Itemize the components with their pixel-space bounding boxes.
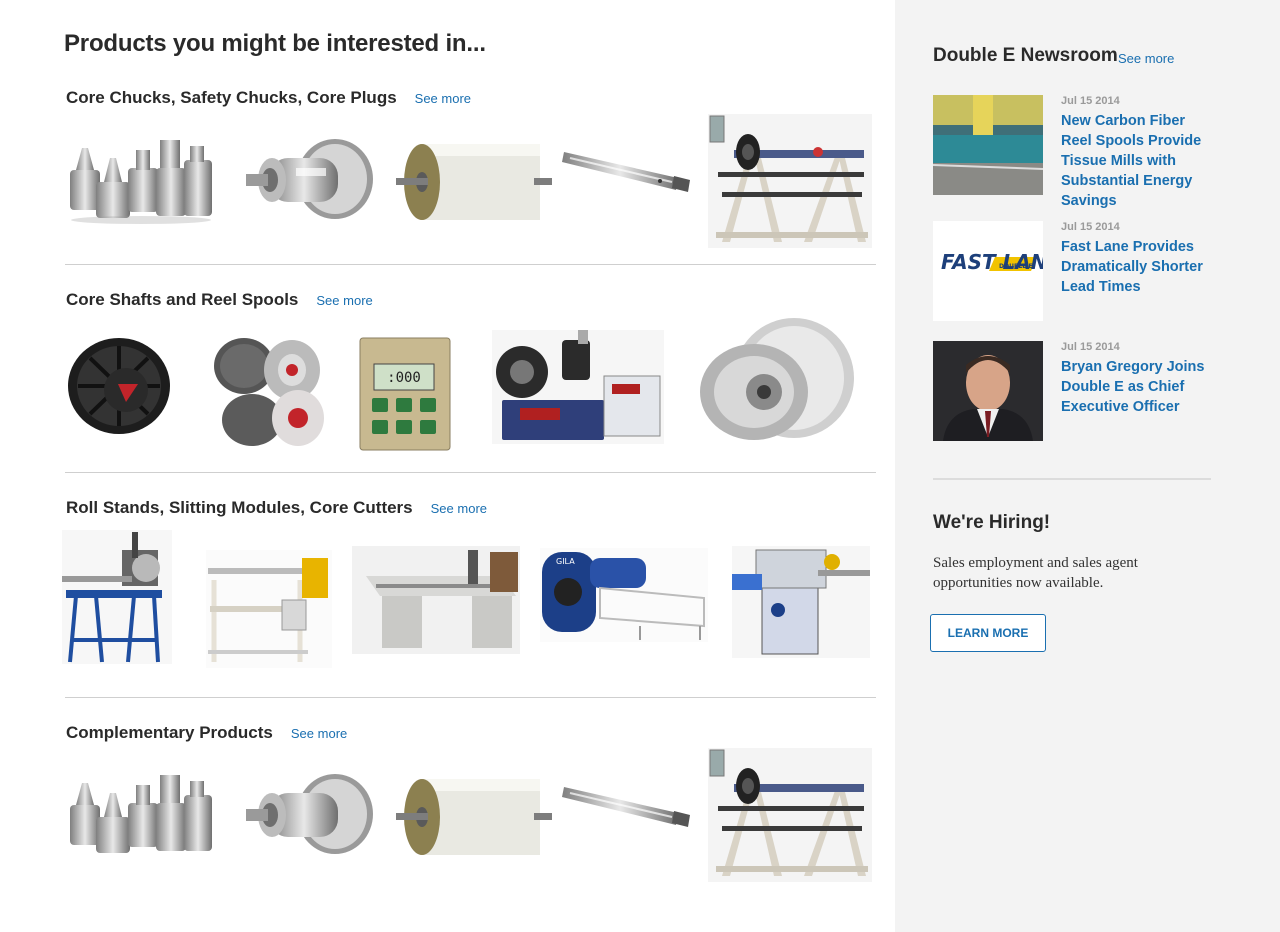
product-brake-pads[interactable]: [212, 334, 324, 448]
chuck-cluster-image: [70, 775, 212, 853]
product-core-shaft[interactable]: [562, 781, 692, 831]
slitting-table-image: GILA: [540, 548, 708, 642]
section-title: Core Shafts and Reel Spools: [66, 290, 299, 309]
section-complementary: Complementary Products See more: [66, 723, 876, 747]
hiring-title: We're Hiring!: [933, 512, 1051, 533]
newsroom-title: Double E Newsroom: [933, 45, 1118, 66]
safety-chuck-image: [246, 139, 373, 219]
product-sensor-controller-kit[interactable]: [492, 330, 664, 444]
svg-text::000: :000: [387, 370, 421, 386]
news-date: Jul 15 2014: [1061, 221, 1120, 233]
news-thumbnail[interactable]: [933, 95, 1043, 195]
paper-roll-image: [396, 144, 552, 220]
section-core-chucks: Core Chucks, Safety Chucks, Core Plugs S…: [66, 88, 876, 112]
brake-pads-image: [214, 338, 324, 446]
see-more-link[interactable]: See more: [291, 726, 347, 741]
tension-controller-image: :000: [359, 337, 451, 451]
safety-chuck-image: [246, 774, 373, 854]
carbon-reel-image: [933, 95, 1043, 195]
product-tension-controller[interactable]: :000: [358, 336, 454, 452]
section-divider: [65, 264, 876, 265]
news-title-link[interactable]: Fast Lane Provides Dramatically Shorter …: [1061, 237, 1216, 297]
svg-text:GILA: GILA: [556, 557, 575, 566]
product-core-cutter-blue[interactable]: [62, 530, 172, 664]
product-slitting-table-blue[interactable]: GILA: [540, 548, 708, 642]
product-chuck-cluster[interactable]: [66, 765, 216, 861]
roll-stand-image: [708, 114, 872, 248]
core-cutter-blue-image: [62, 530, 172, 664]
product-clutch-disc[interactable]: [698, 318, 858, 444]
news-title-link[interactable]: Bryan Gregory Joins Double E as Chief Ex…: [1061, 357, 1216, 417]
fast-lane-logo-top: FAST LANE: [941, 250, 1043, 274]
portrait-image: [933, 341, 1043, 441]
product-slitting-machine-yellow[interactable]: [206, 550, 332, 668]
news-title-link[interactable]: New Carbon Fiber Reel Spools Provide Tis…: [1061, 111, 1216, 211]
product-core-cutter-grey[interactable]: [352, 546, 520, 654]
slitting-machine-image: [206, 550, 332, 668]
product-paper-roll[interactable]: [396, 140, 552, 224]
paper-roll-image: [396, 779, 552, 855]
core-shaft-image: [562, 787, 690, 827]
hiring-text: Sales employment and sales agent opportu…: [933, 555, 1138, 591]
section-roll-stands: Roll Stands, Slitting Modules, Core Cutt…: [66, 498, 876, 522]
see-more-link[interactable]: See more: [316, 293, 372, 308]
see-more-link[interactable]: See more: [415, 91, 471, 106]
news-date: Jul 15 2014: [1061, 341, 1120, 353]
section-divider: [65, 697, 876, 698]
product-chuck-cluster[interactable]: [66, 130, 216, 226]
section-core-shafts: Core Shafts and Reel Spools See more: [66, 290, 876, 314]
fast-lane-logo-sub: DOUBLE E: [999, 263, 1033, 270]
section-title: Core Chucks, Safety Chucks, Core Plugs: [66, 88, 397, 107]
product-core-shaft[interactable]: [562, 146, 692, 196]
section-title: Roll Stands, Slitting Modules, Core Cutt…: [66, 498, 413, 517]
section-title: Complementary Products: [66, 723, 273, 742]
news-thumbnail[interactable]: [933, 341, 1043, 441]
newsroom-see-more-link[interactable]: See more: [1118, 51, 1174, 66]
product-roll-stand-reel[interactable]: [708, 114, 872, 248]
product-core-cutter-cabinet[interactable]: [732, 546, 870, 658]
core-cutter-grey-image: [352, 546, 520, 654]
product-roll-stand-reel[interactable]: [708, 748, 872, 882]
chuck-cluster-image: [70, 140, 212, 224]
news-date: Jul 15 2014: [1061, 95, 1120, 107]
page-title: Products you might be interested in...: [64, 30, 486, 57]
product-safety-chuck[interactable]: [240, 136, 376, 222]
product-safety-chuck[interactable]: [240, 771, 376, 857]
section-divider: [65, 472, 876, 473]
news-thumbnail[interactable]: FAST LANE DOUBLE E: [933, 221, 1043, 321]
clutch-disc-image: [700, 318, 854, 440]
product-paper-roll[interactable]: [396, 775, 552, 859]
roll-stand-image: [708, 748, 872, 882]
core-cutter-cabinet-image: [732, 546, 870, 658]
brake-unit-image: [68, 338, 170, 434]
core-shaft-image: [562, 152, 690, 192]
learn-more-button[interactable]: LEARN MORE: [930, 614, 1046, 652]
product-brake-unit[interactable]: [66, 336, 172, 436]
fast-lane-logo: FAST LANE DOUBLE E: [933, 221, 1043, 321]
see-more-link[interactable]: See more: [431, 501, 487, 516]
sidebar-divider: [933, 478, 1211, 480]
sensor-kit-image: [492, 330, 664, 444]
